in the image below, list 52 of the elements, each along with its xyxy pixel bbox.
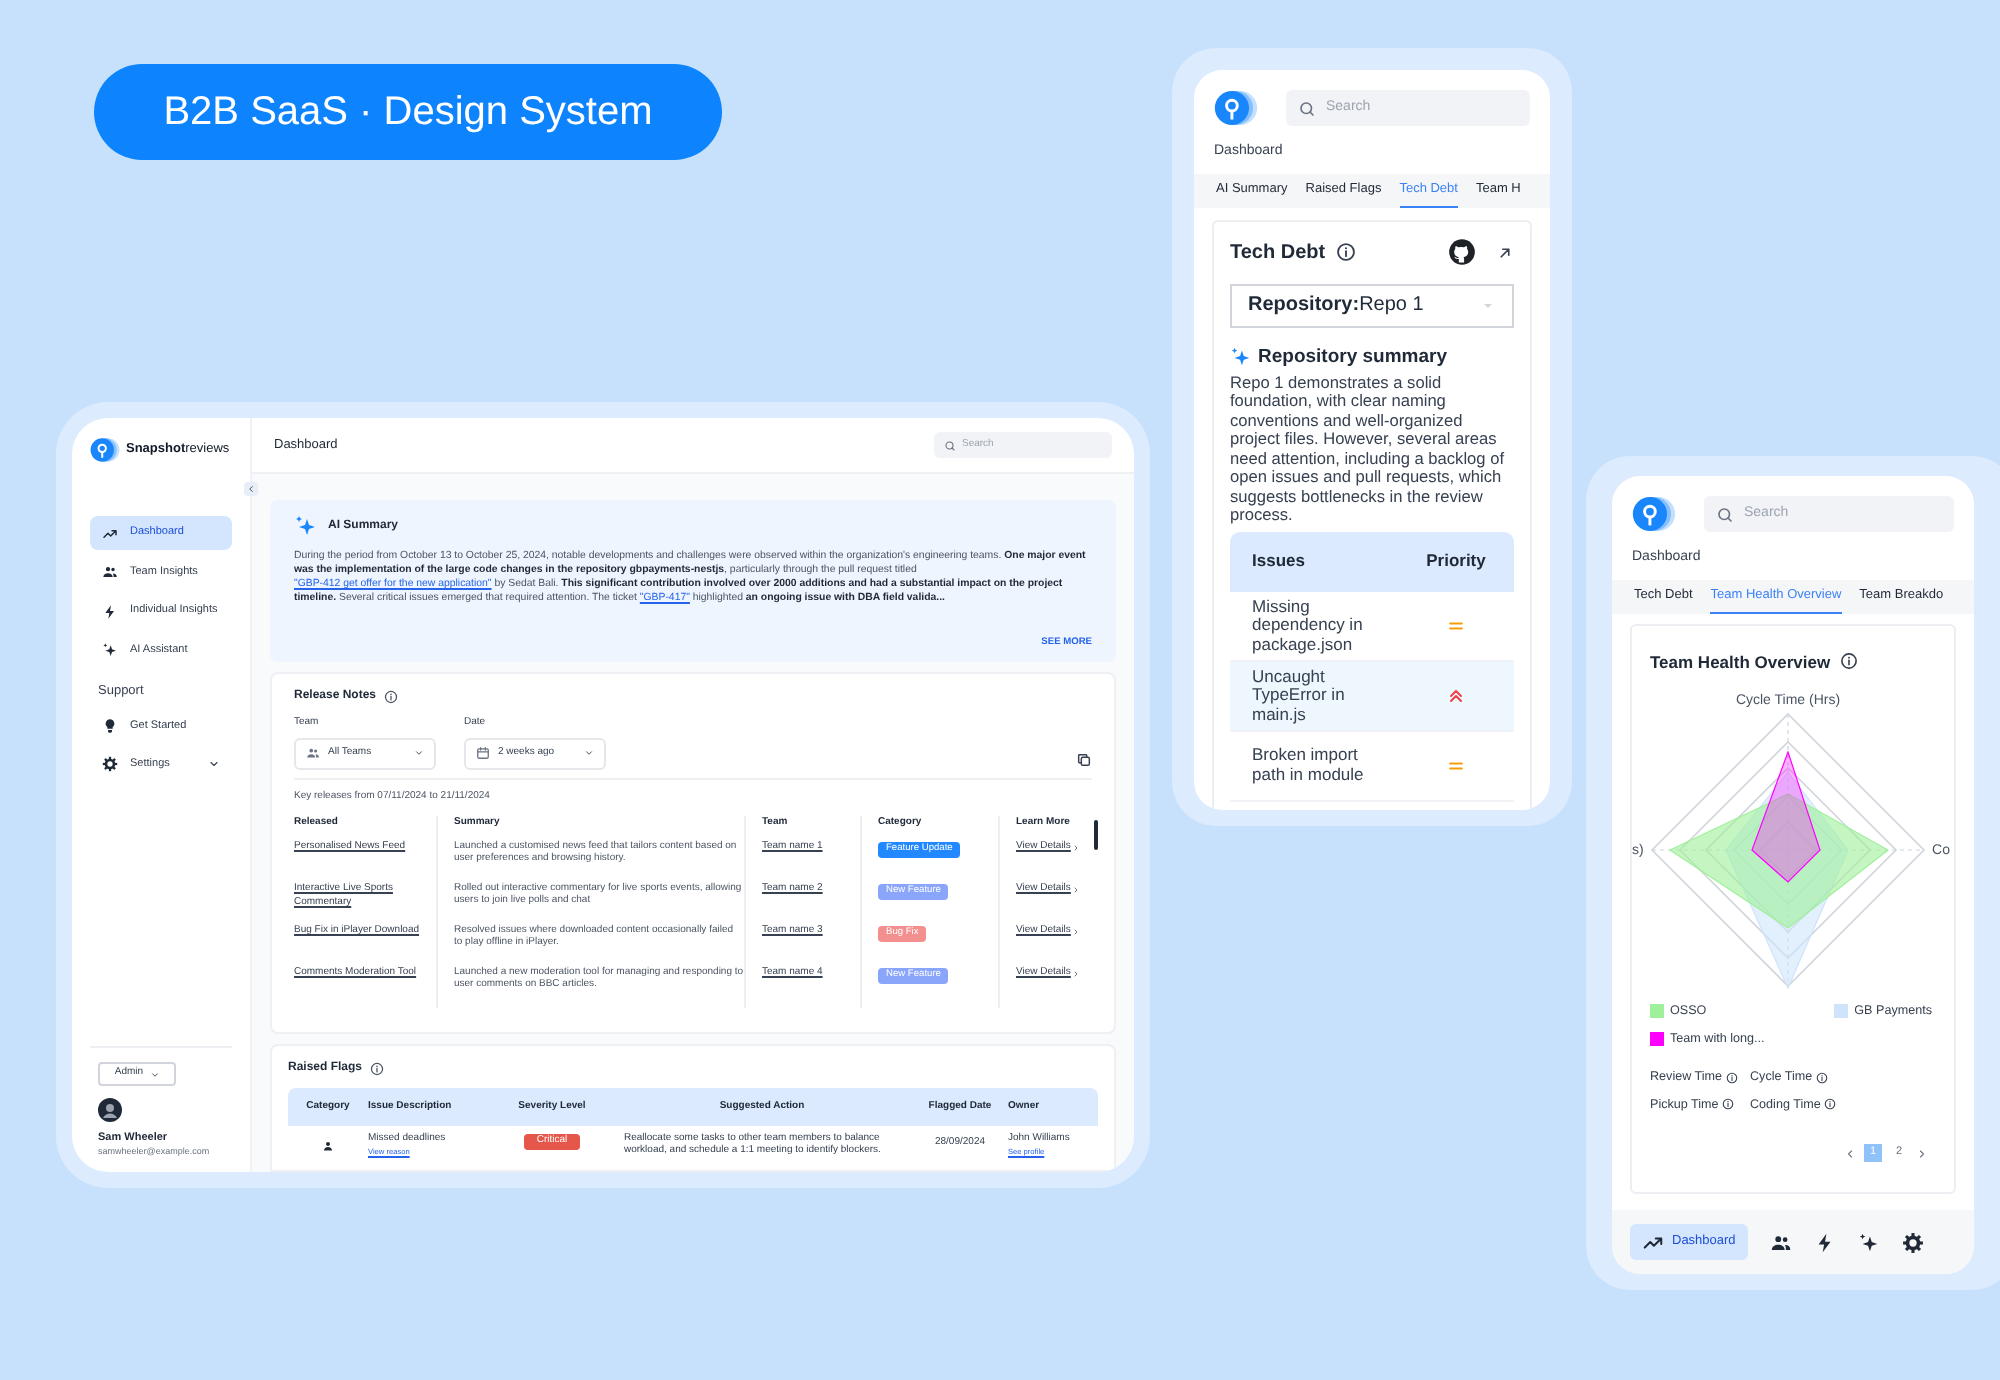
copy-icon[interactable] [1076, 751, 1092, 767]
column-header: Priority [1424, 548, 1488, 575]
trend-icon [102, 525, 118, 541]
arrow-up-right-icon[interactable] [1496, 243, 1514, 261]
people-icon [306, 746, 320, 760]
search-icon [1716, 505, 1734, 523]
info-icon [1726, 1071, 1739, 1084]
info-icon [1335, 242, 1356, 262]
scrollbar-thumb[interactable] [1094, 820, 1098, 850]
logo-icon [90, 436, 120, 464]
lightbulb-icon [102, 717, 118, 734]
table-row[interactable]: Uncaught TypeError in main.js [1230, 661, 1514, 732]
collapse-button[interactable] [244, 482, 258, 496]
summary-text: Repo 1 demonstrates a solid foundation, with clear naming conventions and well-organized project files. However, several areas need attention, including a backlog of open issues and pull requests, which suggests bottlenecks in the review process. [1230, 373, 1506, 526]
people-icon [102, 564, 118, 580]
cat-logo-icon[interactable] [1448, 238, 1476, 266]
logo-icon [1214, 88, 1258, 128]
next-page-icon[interactable] [1916, 1147, 1928, 1159]
column-header: Issues [1252, 548, 1307, 575]
repository-dropdown[interactable]: Repository:Repo 1 [1230, 283, 1514, 327]
card-title: Team Health Overview [1650, 649, 1831, 675]
logo-icon [1632, 494, 1676, 534]
chevron-down-icon [208, 758, 220, 771]
double-chevron-up-icon [1446, 685, 1466, 706]
person-icon [322, 1140, 334, 1152]
chevron-down-icon [149, 1069, 160, 1079]
info-icon [1722, 1098, 1735, 1111]
card-title: Tech Debt [1230, 239, 1326, 267]
sparkle-icon [102, 642, 118, 658]
sparkle-icon [1857, 1231, 1880, 1253]
info-icon [1840, 652, 1859, 671]
sparkle-icon [1230, 346, 1252, 369]
avatar [98, 1098, 122, 1122]
lightning-icon [1813, 1231, 1836, 1253]
info-icon [384, 690, 399, 704]
settings-icon [1901, 1231, 1924, 1253]
lightning-icon [102, 603, 118, 619]
calendar-icon [476, 746, 490, 760]
previous-page-icon[interactable] [1844, 1147, 1856, 1159]
trend-icon [1642, 1231, 1664, 1253]
info-icon [1816, 1071, 1829, 1084]
sparkle-icon [294, 514, 318, 538]
chevron-down-icon [584, 748, 594, 758]
chevron-down-icon [414, 748, 424, 758]
settings-icon [102, 756, 118, 773]
search-icon [1298, 99, 1316, 117]
info-icon [370, 1062, 385, 1076]
people-icon [1769, 1231, 1792, 1253]
section-title: Repository summary [1258, 343, 1448, 371]
title-badge: B2B SaaS · Design System [94, 64, 722, 160]
info-icon [1824, 1098, 1837, 1111]
search-icon [944, 439, 956, 451]
